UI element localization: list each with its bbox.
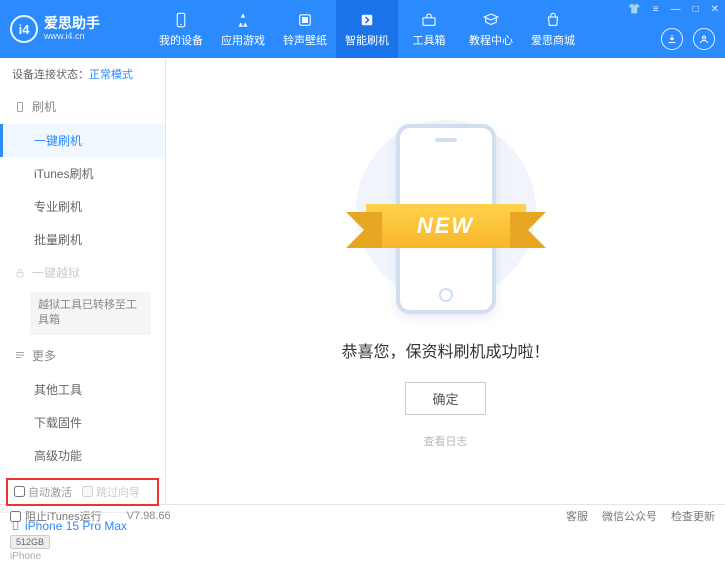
sidebar-item-download-firmware[interactable]: 下载固件 bbox=[0, 406, 165, 439]
sidebar-item-batch-flash[interactable]: 批量刷机 bbox=[0, 223, 165, 256]
footer-link-support[interactable]: 客服 bbox=[566, 508, 588, 524]
window-controls: 👕 ≡ — □ ✕ bbox=[626, 2, 721, 17]
nav-flash[interactable]: 智能刷机 bbox=[336, 0, 398, 58]
close-icon[interactable]: ✕ bbox=[709, 2, 721, 17]
app-subtitle: www.i4.cn bbox=[44, 32, 100, 42]
skin-icon[interactable]: 👕 bbox=[626, 2, 642, 17]
nav-label: 智能刷机 bbox=[345, 32, 389, 48]
jailbreak-moved-notice: 越狱工具已转移至工具箱 bbox=[30, 292, 151, 335]
new-ribbon: NEW bbox=[366, 204, 526, 248]
success-message: 恭喜您，保资料刷机成功啦！ bbox=[341, 338, 549, 362]
checkbox-skip-setup[interactable]: 跳过向导 bbox=[82, 484, 140, 500]
app-title: 爱思助手 bbox=[44, 16, 100, 31]
download-icon[interactable] bbox=[661, 28, 683, 50]
nav-label: 铃声壁纸 bbox=[283, 32, 327, 48]
nav-ringtone[interactable]: 铃声壁纸 bbox=[274, 0, 336, 58]
device-type: iPhone bbox=[10, 551, 155, 562]
titlebar: i4 爱思助手 www.i4.cn 我的设备 应用游戏 铃声壁纸 智能刷机 工具… bbox=[0, 0, 725, 58]
user-icon[interactable] bbox=[693, 28, 715, 50]
footer-link-update[interactable]: 检查更新 bbox=[671, 508, 715, 524]
storage-badge: 512GB bbox=[10, 535, 50, 549]
sidebar-section-flash[interactable]: 刷机 bbox=[0, 90, 165, 124]
top-nav: 我的设备 应用游戏 铃声壁纸 智能刷机 工具箱 教程中心 爱思商城 bbox=[150, 0, 584, 58]
checkbox-block-itunes[interactable]: 阻止iTunes运行 bbox=[10, 508, 102, 524]
nav-apps[interactable]: 应用游戏 bbox=[212, 0, 274, 58]
nav-label: 爱思商城 bbox=[531, 32, 575, 48]
statusbar: 阻止iTunes运行 V7.98.66 客服 微信公众号 检查更新 bbox=[0, 504, 725, 527]
sidebar-section-more[interactable]: 更多 bbox=[0, 339, 165, 373]
sidebar-item-oneclick-flash[interactable]: 一键刷机 bbox=[0, 124, 165, 157]
logo-area: i4 爱思助手 www.i4.cn bbox=[10, 15, 150, 43]
sidebar-section-jailbreak: 一键越狱 bbox=[0, 256, 165, 290]
nav-tutorial[interactable]: 教程中心 bbox=[460, 0, 522, 58]
sidebar-item-itunes-flash[interactable]: iTunes刷机 bbox=[0, 157, 165, 190]
sidebar-item-other-tools[interactable]: 其他工具 bbox=[0, 373, 165, 406]
view-log-link[interactable]: 查看日志 bbox=[424, 433, 468, 449]
nav-my-device[interactable]: 我的设备 bbox=[150, 0, 212, 58]
footer-link-wechat[interactable]: 微信公众号 bbox=[602, 508, 657, 524]
sidebar-item-pro-flash[interactable]: 专业刷机 bbox=[0, 190, 165, 223]
ok-button[interactable]: 确定 bbox=[405, 382, 485, 415]
success-illustration: NEW bbox=[376, 114, 516, 324]
main-panel: NEW 恭喜您，保资料刷机成功啦！ 确定 查看日志 bbox=[166, 58, 725, 504]
nav-label: 工具箱 bbox=[413, 32, 446, 48]
nav-label: 应用游戏 bbox=[221, 32, 265, 48]
connection-status: 设备连接状态：正常模式 bbox=[0, 58, 165, 90]
nav-toolbox[interactable]: 工具箱 bbox=[398, 0, 460, 58]
logo-icon: i4 bbox=[10, 15, 38, 43]
sidebar: 设备连接状态：正常模式 刷机 一键刷机 iTunes刷机 专业刷机 批量刷机 一… bbox=[0, 58, 166, 504]
sidebar-item-advanced[interactable]: 高级功能 bbox=[0, 439, 165, 472]
maximize-icon[interactable]: □ bbox=[691, 2, 701, 17]
version-label: V7.98.66 bbox=[127, 510, 171, 522]
highlighted-options: 自动激活 跳过向导 bbox=[6, 478, 159, 506]
lock-icon bbox=[14, 267, 26, 279]
menu-icon[interactable]: ≡ bbox=[651, 2, 661, 17]
minimize-icon[interactable]: — bbox=[669, 2, 683, 17]
nav-label: 教程中心 bbox=[469, 32, 513, 48]
nav-label: 我的设备 bbox=[159, 32, 203, 48]
nav-shop[interactable]: 爱思商城 bbox=[522, 0, 584, 58]
checkbox-auto-activate[interactable]: 自动激活 bbox=[14, 484, 72, 500]
